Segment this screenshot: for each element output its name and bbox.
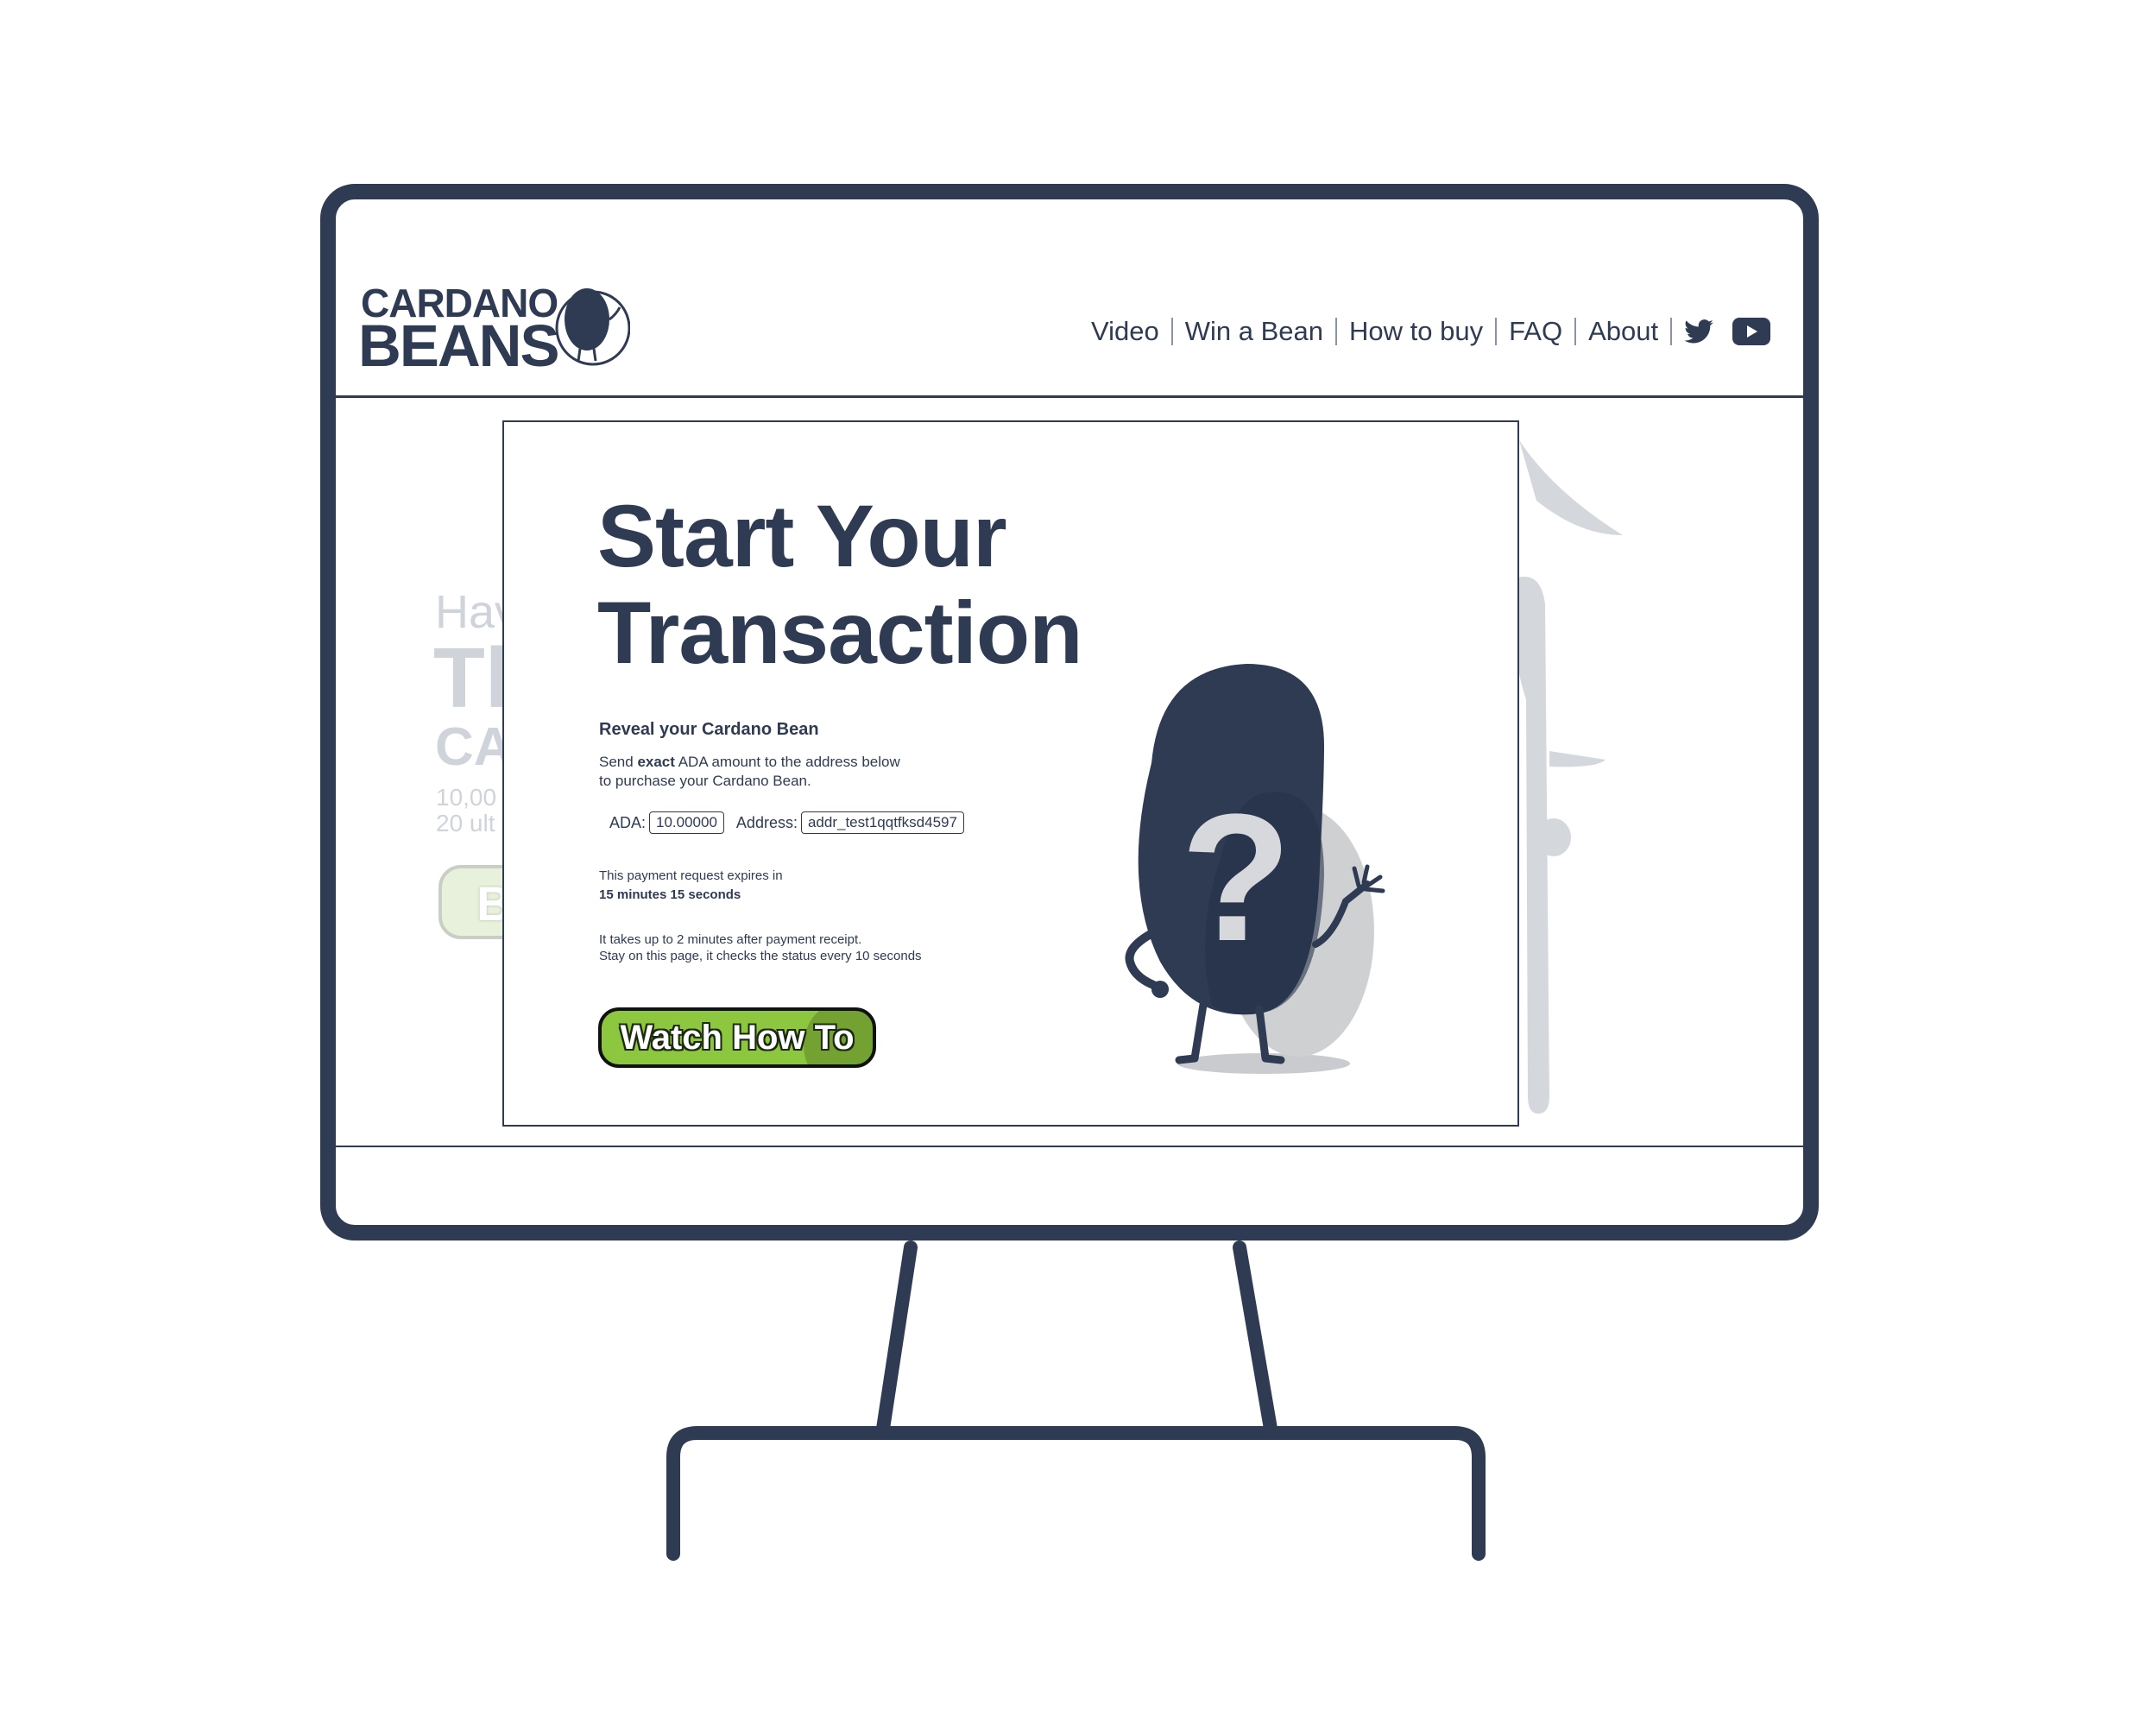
background-stat-text: 20 ult	[436, 810, 495, 836]
nav-how-to-buy[interactable]: How to buy	[1349, 316, 1483, 347]
address-field[interactable]: addr_test1qqtfksd4597	[800, 811, 964, 834]
nav-faq[interactable]: FAQ	[1509, 316, 1562, 347]
expiry-countdown: 15 minutes 15 seconds	[599, 887, 741, 902]
youtube-icon[interactable]	[1732, 318, 1771, 345]
expiry-label: This payment request expires in	[599, 868, 783, 883]
nav-video[interactable]: Video	[1091, 316, 1159, 347]
instruction-emphasis: exact	[637, 754, 675, 770]
cardano-beans-logo[interactable]: CARDANO BEANS	[358, 283, 630, 376]
payment-details: ADA: 10.00000 Address: addr_test1qqtfksd…	[609, 811, 964, 834]
footer-divider	[333, 1146, 1806, 1147]
status-note: Stay on this page, it checks the status …	[599, 949, 922, 963]
question-mark-bean-icon: ?	[1125, 664, 1385, 1074]
instruction-text: to purchase your Cardano Bean.	[599, 773, 811, 789]
nav-win-a-bean[interactable]: Win a Bean	[1185, 316, 1323, 347]
ada-amount-field[interactable]: 10.00000	[649, 811, 724, 834]
main-nav: Video Win a Bean How to buy FAQ About	[1091, 314, 1771, 349]
nav-about[interactable]: About	[1588, 316, 1658, 347]
background-subheading: CA	[435, 717, 513, 777]
modal-title-line2: Transaction	[597, 584, 1083, 682]
twitter-icon[interactable]	[1684, 319, 1713, 344]
header-divider	[333, 395, 1806, 398]
logo-text-beans: BEANS	[358, 312, 560, 379]
nav-divider	[1495, 318, 1498, 345]
payment-instructions: Send exact ADA amount to the address bel…	[599, 753, 962, 791]
address-label: Address:	[735, 813, 798, 831]
modal-title-line1: Start Your	[597, 487, 1007, 585]
watch-how-to-label: Watch How To	[620, 1018, 855, 1057]
nav-divider	[1335, 318, 1337, 345]
nav-divider	[1670, 318, 1673, 345]
instruction-prefix: Send	[599, 754, 638, 770]
status-note: It takes up to 2 minutes after payment r…	[599, 932, 862, 947]
instruction-text: ADA amount to the address below	[674, 754, 900, 770]
modal-title: Start Your Transaction	[597, 487, 1083, 682]
ada-label: ADA:	[609, 813, 647, 831]
watch-how-to-button[interactable]: Watch How To	[598, 1007, 876, 1068]
transaction-modal: Start Your Transaction Reveal your Carda…	[502, 420, 1519, 1127]
nav-divider	[1170, 318, 1173, 345]
bean-mascot-icon	[555, 288, 630, 366]
modal-subtitle: Reveal your Cardano Bean	[599, 720, 819, 739]
background-bean-figure	[1513, 440, 1623, 1114]
background-heading: Tl	[433, 630, 509, 725]
nav-divider	[1574, 318, 1577, 345]
background-stat-text: 10,00	[436, 784, 497, 811]
svg-text:?: ?	[1181, 776, 1291, 979]
